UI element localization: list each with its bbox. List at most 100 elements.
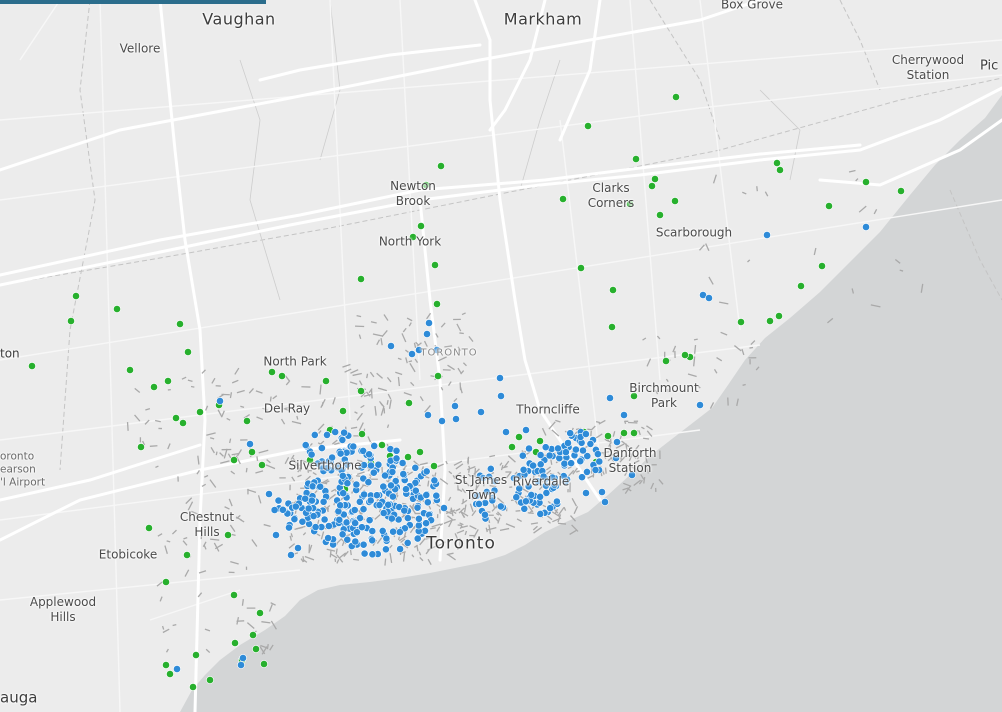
blue-marker[interactable] bbox=[524, 482, 533, 491]
blue-marker[interactable] bbox=[536, 510, 545, 518]
blue-marker[interactable] bbox=[317, 444, 326, 452]
blue-marker[interactable] bbox=[310, 430, 319, 439]
blue-marker[interactable] bbox=[272, 531, 280, 539]
blue-marker[interactable] bbox=[338, 530, 347, 539]
blue-marker[interactable] bbox=[594, 450, 602, 458]
blue-marker[interactable] bbox=[548, 473, 557, 482]
blue-marker[interactable] bbox=[400, 506, 409, 515]
blue-marker[interactable] bbox=[388, 492, 397, 501]
blue-marker[interactable] bbox=[239, 654, 247, 662]
green-marker[interactable] bbox=[230, 591, 238, 599]
green-marker[interactable] bbox=[737, 318, 745, 326]
blue-marker[interactable] bbox=[349, 442, 358, 451]
blue-marker[interactable] bbox=[278, 505, 287, 514]
blue-marker[interactable] bbox=[413, 534, 422, 543]
blue-marker[interactable] bbox=[598, 488, 606, 496]
green-marker[interactable] bbox=[278, 372, 286, 380]
blue-marker[interactable] bbox=[360, 549, 369, 558]
green-marker[interactable] bbox=[189, 683, 197, 691]
blue-marker[interactable] bbox=[274, 496, 283, 505]
blue-marker[interactable] bbox=[285, 523, 293, 532]
green-marker[interactable] bbox=[536, 437, 544, 445]
blue-marker[interactable] bbox=[628, 471, 636, 479]
blue-marker[interactable] bbox=[486, 464, 495, 473]
blue-marker[interactable] bbox=[582, 430, 590, 438]
blue-marker[interactable] bbox=[620, 411, 628, 419]
blue-marker[interactable] bbox=[368, 527, 377, 535]
blue-marker[interactable] bbox=[336, 449, 345, 458]
blue-marker[interactable] bbox=[379, 509, 388, 517]
blue-marker[interactable] bbox=[438, 417, 446, 425]
green-marker[interactable] bbox=[28, 362, 36, 370]
blue-marker[interactable] bbox=[375, 501, 384, 509]
blue-marker[interactable] bbox=[352, 480, 361, 489]
blue-marker[interactable] bbox=[481, 510, 489, 519]
blue-marker[interactable] bbox=[606, 394, 614, 402]
blue-marker[interactable] bbox=[402, 485, 410, 494]
green-marker[interactable] bbox=[422, 181, 430, 189]
blue-marker[interactable] bbox=[529, 461, 537, 470]
green-marker[interactable] bbox=[818, 262, 826, 270]
green-marker[interactable] bbox=[137, 443, 145, 451]
blue-marker[interactable] bbox=[320, 515, 329, 524]
blue-marker[interactable] bbox=[430, 476, 439, 485]
green-marker[interactable] bbox=[256, 609, 264, 617]
blue-marker[interactable] bbox=[423, 498, 432, 507]
blue-marker[interactable] bbox=[316, 482, 325, 491]
blue-marker[interactable] bbox=[360, 461, 368, 469]
green-marker[interactable] bbox=[630, 392, 638, 400]
blue-marker[interactable] bbox=[414, 514, 423, 523]
blue-marker[interactable] bbox=[595, 457, 604, 466]
green-marker[interactable] bbox=[577, 264, 585, 272]
green-marker[interactable] bbox=[608, 323, 616, 331]
green-marker[interactable] bbox=[162, 578, 170, 586]
green-marker[interactable] bbox=[150, 383, 158, 391]
blue-marker[interactable] bbox=[545, 451, 554, 460]
blue-marker[interactable] bbox=[368, 550, 377, 559]
blue-marker[interactable] bbox=[365, 450, 373, 459]
blue-marker[interactable] bbox=[482, 487, 491, 496]
blue-marker[interactable] bbox=[452, 415, 460, 423]
green-marker[interactable] bbox=[322, 377, 330, 385]
green-marker[interactable] bbox=[632, 155, 640, 163]
blue-marker[interactable] bbox=[372, 491, 381, 500]
green-marker[interactable] bbox=[409, 233, 417, 241]
blue-marker[interactable] bbox=[490, 486, 499, 495]
blue-marker[interactable] bbox=[355, 497, 364, 506]
blue-marker[interactable] bbox=[382, 534, 391, 543]
green-marker[interactable] bbox=[766, 317, 774, 325]
blue-marker[interactable] bbox=[477, 408, 485, 416]
blue-marker[interactable] bbox=[403, 539, 412, 547]
blue-marker[interactable] bbox=[572, 445, 580, 454]
green-marker[interactable] bbox=[162, 661, 170, 669]
green-marker[interactable] bbox=[145, 524, 153, 532]
blue-marker[interactable] bbox=[403, 514, 412, 522]
blue-marker[interactable] bbox=[413, 503, 422, 512]
blue-marker[interactable] bbox=[451, 402, 459, 410]
blue-marker[interactable] bbox=[422, 491, 431, 499]
blue-marker[interactable] bbox=[335, 515, 344, 524]
blue-marker[interactable] bbox=[319, 497, 328, 506]
green-marker[interactable] bbox=[258, 461, 266, 469]
green-marker[interactable] bbox=[72, 292, 80, 300]
blue-marker[interactable] bbox=[566, 429, 575, 438]
green-marker[interactable] bbox=[508, 443, 516, 451]
blue-marker[interactable] bbox=[379, 482, 388, 491]
green-marker[interactable] bbox=[648, 182, 656, 190]
blue-marker[interactable] bbox=[542, 488, 551, 497]
blue-marker[interactable] bbox=[562, 448, 570, 457]
blue-marker[interactable] bbox=[343, 479, 352, 488]
blue-marker[interactable] bbox=[387, 342, 395, 350]
green-marker[interactable] bbox=[260, 660, 268, 668]
green-marker[interactable] bbox=[584, 122, 592, 130]
blue-marker[interactable] bbox=[432, 491, 441, 500]
green-marker[interactable] bbox=[249, 631, 257, 639]
blue-marker[interactable] bbox=[368, 536, 377, 545]
blue-marker[interactable] bbox=[291, 502, 300, 511]
blue-marker[interactable] bbox=[561, 477, 570, 486]
blue-marker[interactable] bbox=[324, 534, 332, 542]
blue-marker[interactable] bbox=[352, 528, 361, 537]
green-marker[interactable] bbox=[206, 676, 214, 684]
blue-marker[interactable] bbox=[173, 665, 181, 673]
blue-marker[interactable] bbox=[311, 523, 320, 531]
